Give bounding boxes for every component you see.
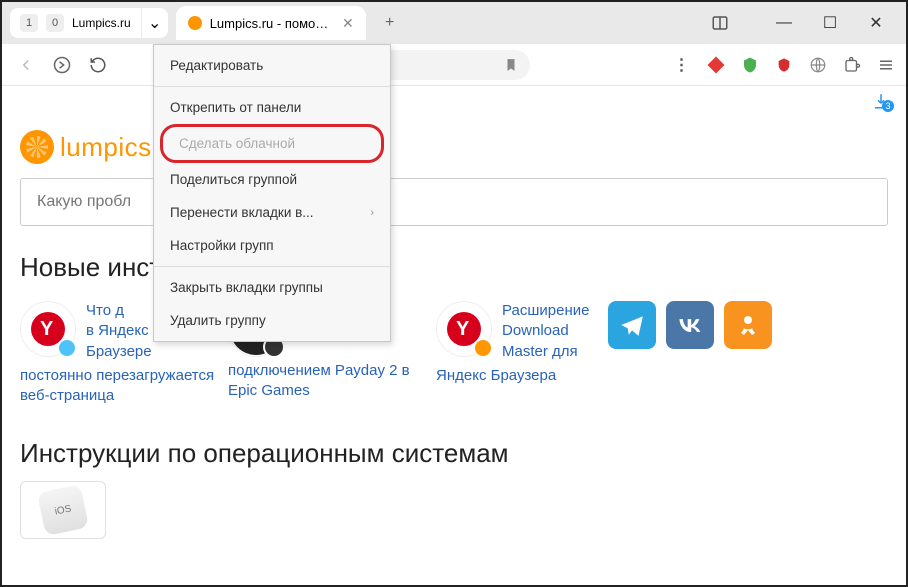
tab-group-context-menu: Редактировать Открепить от панели Сделат… <box>153 44 391 342</box>
nav-home-button[interactable] <box>48 51 76 79</box>
annotation-highlight: Сделать облачной <box>160 124 384 163</box>
adblock-icon[interactable] <box>706 55 726 75</box>
protect-icon[interactable] <box>740 55 760 75</box>
article-link-cont[interactable]: Яндекс Браузера <box>436 367 556 384</box>
kebab-menu-icon[interactable]: ⋮ <box>672 55 692 75</box>
article-link[interactable]: Расширение Download Master для <box>502 301 589 362</box>
ctx-separator <box>154 86 390 87</box>
telegram-button[interactable] <box>608 301 656 349</box>
ctx-edit[interactable]: Редактировать <box>154 49 390 82</box>
ctx-unpin[interactable]: Открепить от панели <box>154 91 390 124</box>
downloads-row <box>2 86 906 116</box>
article-link-cont[interactable]: подключением Payday 2 в Epic Games <box>228 362 410 399</box>
plus-icon: + <box>385 14 394 32</box>
nav-back-button[interactable] <box>12 51 40 79</box>
tab-group[interactable]: 1 0 Lumpics.ru ⌄ <box>10 2 168 44</box>
reader-mode-icon[interactable] <box>698 8 742 38</box>
article-card: Расширение Download Master для Яндекс Бр… <box>436 301 596 386</box>
chevron-right-icon: › <box>370 207 374 219</box>
ctx-move-label: Перенести вкладки в... <box>170 205 314 220</box>
group-count-badge: 1 <box>20 14 38 32</box>
window-maximize[interactable]: ☐ <box>808 8 852 38</box>
tab-active[interactable]: Lumpics.ru - помощь с ✕ <box>176 6 366 40</box>
os-card-ios[interactable]: iOS <box>20 481 106 539</box>
chevron-down-icon: ⌄ <box>148 13 161 33</box>
ctx-move-tabs[interactable]: Перенести вкладки в... › <box>154 196 390 229</box>
group-pinned-badge: 0 <box>46 14 64 32</box>
ctx-close-tabs[interactable]: Закрыть вкладки группы <box>154 271 390 304</box>
extension-icons: ⋮ <box>672 55 896 75</box>
tab-strip: 1 0 Lumpics.ru ⌄ Lumpics.ru - помощь с ✕… <box>2 2 906 44</box>
window-minimize[interactable]: — <box>762 8 806 38</box>
card-icon <box>436 301 492 357</box>
new-tab-button[interactable]: + <box>376 9 404 37</box>
tab-close-icon[interactable]: ✕ <box>342 15 354 32</box>
site-search-input[interactable]: Какую пробл <box>20 178 888 226</box>
article-link-cont[interactable]: постоянно перезагружается веб-страница <box>20 367 214 404</box>
downloads-icon[interactable] <box>872 92 890 110</box>
search-placeholder: Какую пробл <box>37 193 131 211</box>
window-close[interactable]: ✕ <box>854 8 898 38</box>
ctx-make-cloud[interactable]: Сделать облачной <box>163 127 381 160</box>
group-label: Lumpics.ru <box>72 16 131 30</box>
tab-favicon <box>188 16 202 30</box>
window-controls: — ☐ ✕ <box>698 8 898 38</box>
main-menu-icon[interactable] <box>876 55 896 75</box>
section-heading-os: Инструкции по операционным системам <box>20 438 888 469</box>
extensions-icon[interactable] <box>842 55 862 75</box>
tab-group-chip[interactable]: 1 0 Lumpics.ru <box>10 8 141 38</box>
ctx-group-settings[interactable]: Настройки групп <box>154 229 390 262</box>
tab-title: Lumpics.ru - помощь с <box>210 16 334 31</box>
bookmark-icon[interactable] <box>504 58 518 72</box>
article-cards: Что д в Яндекс Браузере постоянно переза… <box>20 301 888 406</box>
section-heading-new: Новые инстр <box>20 252 888 283</box>
card-icon <box>20 301 76 357</box>
address-bar: ОМОЩЬ С КОМ... ⋮ <box>2 44 906 86</box>
nav-reload-button[interactable] <box>84 51 112 79</box>
logo-text: lumpics <box>60 132 152 163</box>
social-buttons <box>608 301 772 349</box>
logo-icon <box>20 130 54 164</box>
ok-button[interactable] <box>724 301 772 349</box>
ctx-share[interactable]: Поделиться группой <box>154 163 390 196</box>
ctx-delete-group[interactable]: Удалить группу <box>154 304 390 337</box>
page-content: lumpics Какую пробл Новые инстр Что д в … <box>2 116 906 539</box>
article-link[interactable]: Что д в Яндекс Браузере <box>86 301 152 362</box>
security-icon[interactable] <box>774 55 794 75</box>
ios-icon: iOS <box>37 484 89 536</box>
ctx-separator <box>154 266 390 267</box>
group-chevron-button[interactable]: ⌄ <box>142 8 168 38</box>
vk-button[interactable] <box>666 301 714 349</box>
site-logo[interactable]: lumpics <box>20 130 888 164</box>
globe-icon[interactable] <box>808 55 828 75</box>
